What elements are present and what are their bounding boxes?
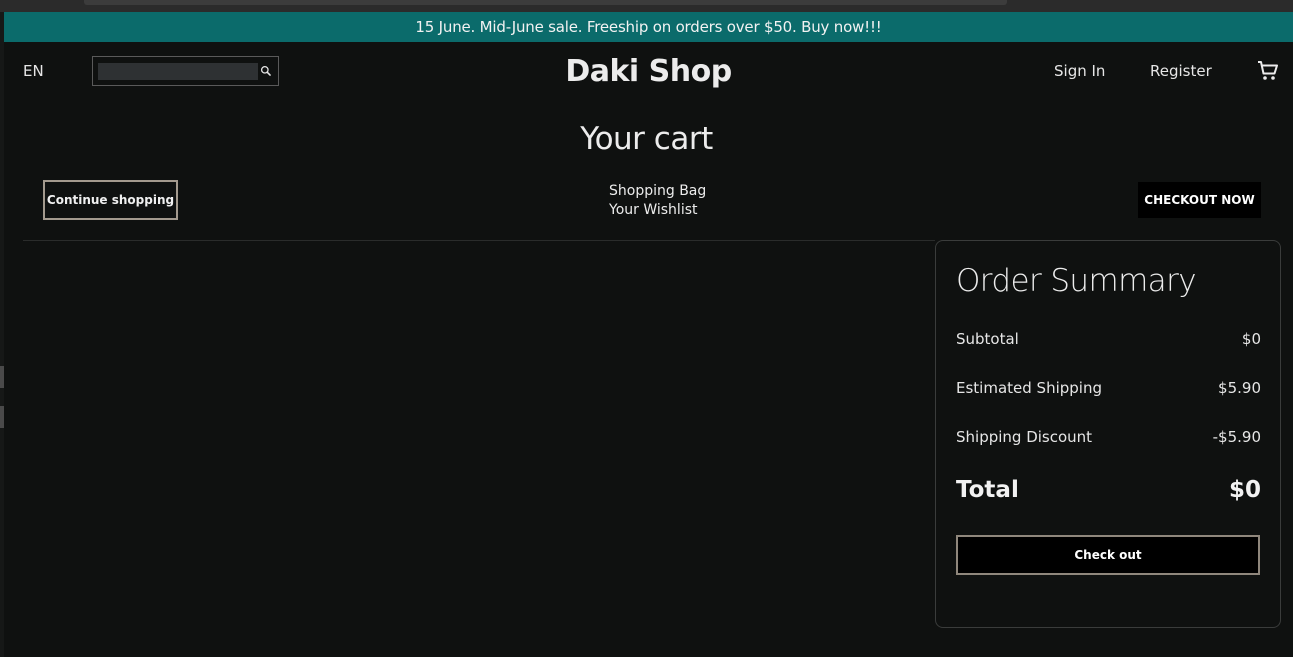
browser-top-strip <box>0 0 1293 12</box>
announcement-text: 15 June. Mid-June sale. Freeship on orde… <box>415 18 882 36</box>
browser-address-bar <box>84 0 1007 5</box>
register-link[interactable]: Register <box>1150 62 1212 80</box>
order-summary-title: Order Summary <box>956 263 1197 299</box>
estimated-shipping-value: $5.90 <box>1218 379 1261 397</box>
language-selector[interactable]: EN <box>23 62 44 80</box>
subtotal-value: $0 <box>1241 330 1261 348</box>
left-edge-strip <box>0 12 4 657</box>
divider <box>23 240 935 241</box>
edge-tab <box>0 406 4 428</box>
total-value: $0 <box>1228 477 1261 503</box>
continue-shopping-button[interactable]: Continue shopping <box>43 180 178 220</box>
search-input[interactable] <box>98 63 258 80</box>
shipping-discount-label: Shipping Discount <box>956 428 1093 446</box>
shopping-cart-icon[interactable] <box>1256 59 1280 83</box>
estimated-shipping-label: Estimated Shipping <box>956 379 1102 397</box>
order-summary-panel: Order Summary Subtotal $0 Estimated Ship… <box>935 240 1281 628</box>
announcement-bar: 15 June. Mid-June sale. Freeship on orde… <box>4 12 1293 42</box>
shopping-bag-link[interactable]: Shopping Bag <box>609 182 706 201</box>
total-row: Total $0 <box>956 477 1261 503</box>
check-out-button[interactable]: Check out <box>956 535 1260 575</box>
search-icon[interactable] <box>259 64 273 78</box>
checkout-now-button[interactable]: CHECKOUT NOW <box>1138 182 1261 218</box>
shipping-discount-value: -$5.90 <box>1212 428 1261 446</box>
subtotal-row: Subtotal $0 <box>956 330 1261 348</box>
cart-links: Shopping Bag Your Wishlist <box>609 182 706 220</box>
estimated-shipping-row: Estimated Shipping $5.90 <box>956 379 1261 397</box>
navbar: EN Daki Shop Sign In Register <box>4 42 1293 102</box>
wishlist-link[interactable]: Your Wishlist <box>609 201 706 220</box>
sign-in-link[interactable]: Sign In <box>1054 62 1105 80</box>
subtotal-label: Subtotal <box>956 330 1019 348</box>
edge-tab <box>0 366 4 388</box>
shipping-discount-row: Shipping Discount -$5.90 <box>956 428 1261 446</box>
search-box <box>92 56 279 86</box>
total-label: Total <box>956 477 1019 503</box>
page-title: Your cart <box>580 121 713 157</box>
brand-logo[interactable]: Daki Shop <box>565 54 732 89</box>
